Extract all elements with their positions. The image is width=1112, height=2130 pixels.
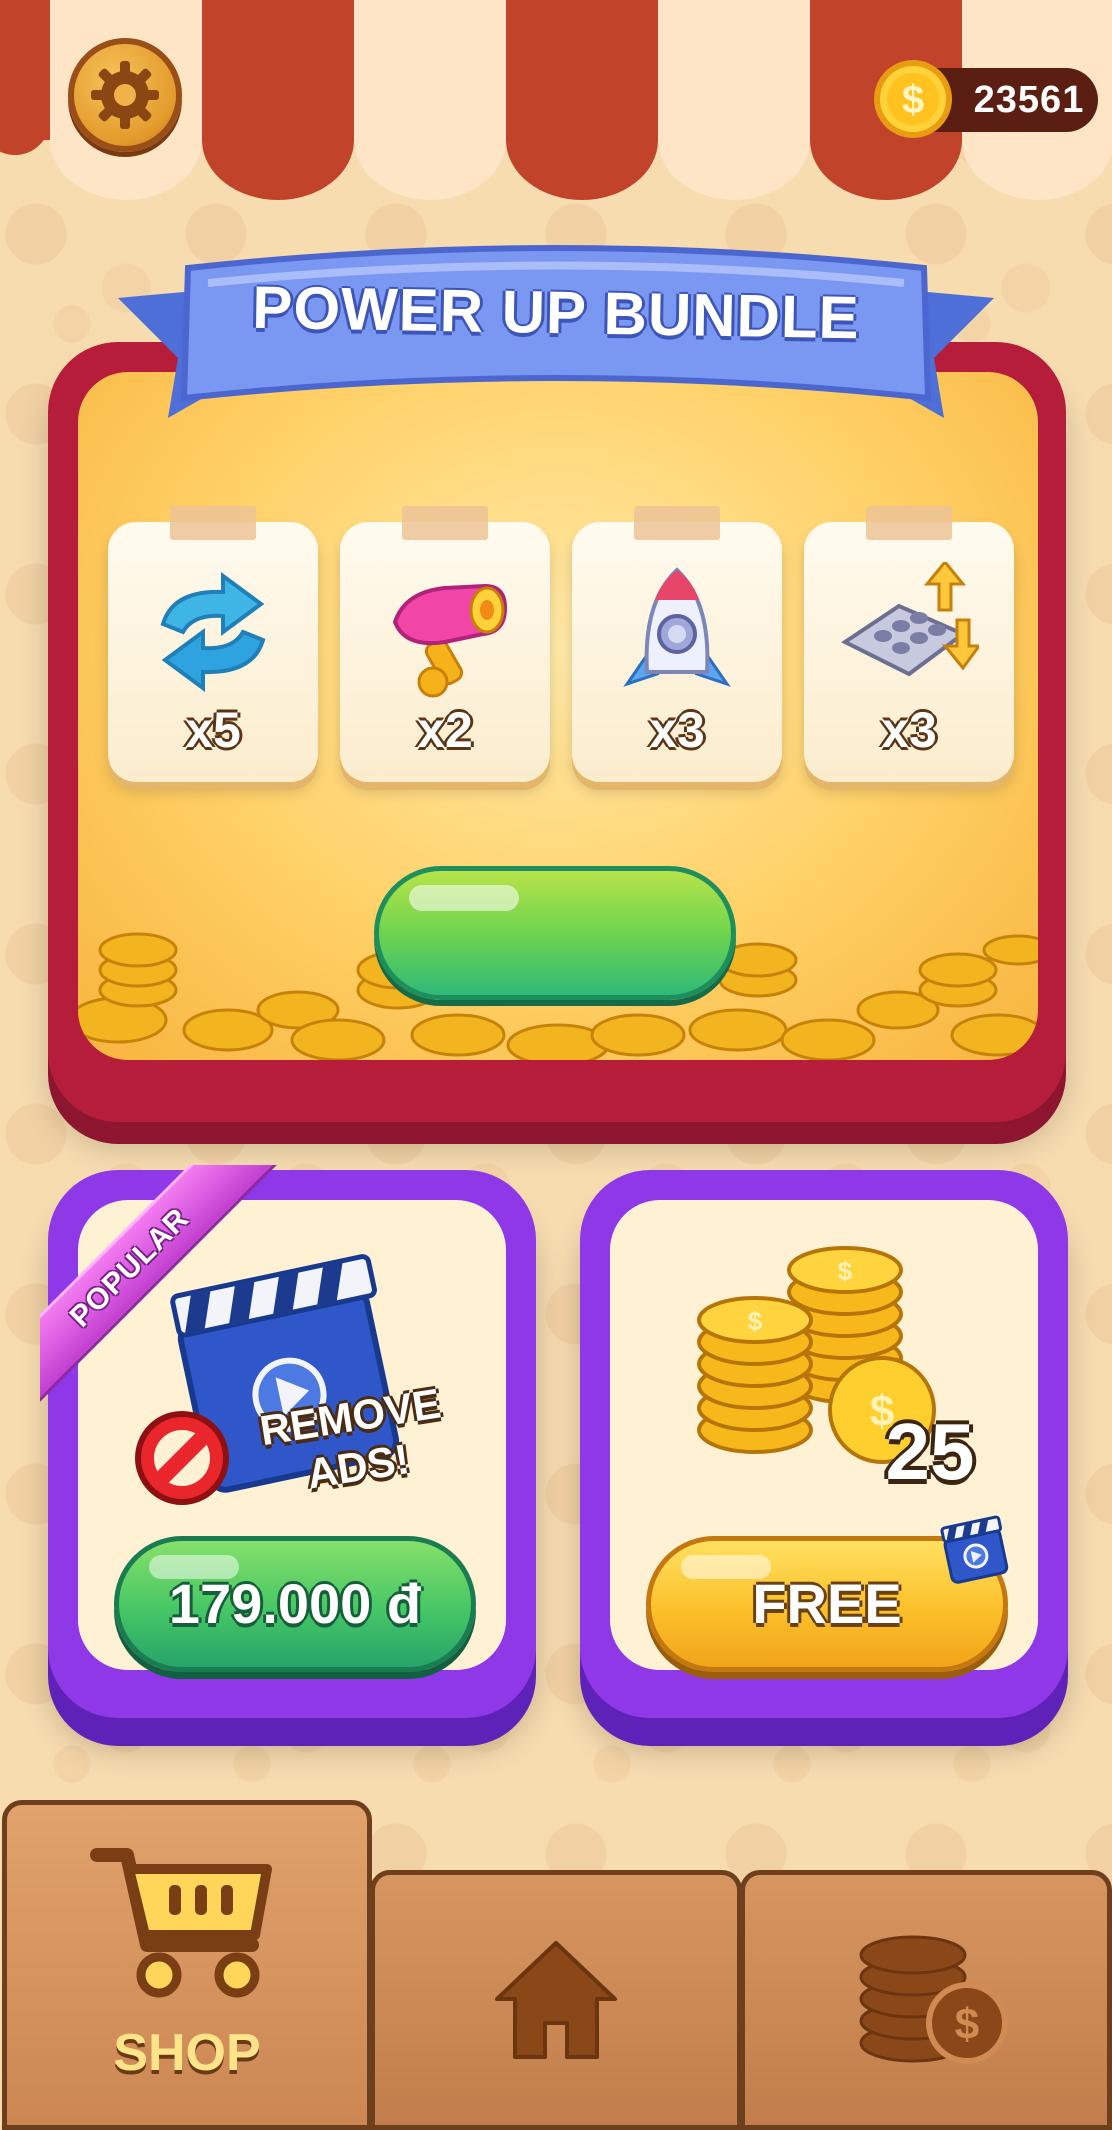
nav-label-home	[375, 2071, 737, 2130]
coin-balance: 23561	[973, 79, 1085, 121]
tape-decoration	[866, 506, 952, 540]
item-quantity: x5	[185, 702, 241, 758]
nav-tab-shop[interactable]: SHOP	[2, 1800, 372, 2130]
svg-text:$: $	[748, 1306, 763, 1336]
popular-band: POPULAR	[40, 1165, 280, 1415]
popular-ribbon: POPULAR	[40, 1165, 290, 1415]
tape-decoration	[634, 506, 720, 540]
home-icon	[495, 1941, 617, 2059]
magnet-hammer-icon	[392, 583, 508, 698]
svg-text:$: $	[955, 2000, 979, 2049]
swap-tray-icon	[841, 562, 979, 677]
svg-text:$: $	[838, 1256, 853, 1286]
video-clapper-icon	[940, 1515, 1009, 1584]
nav-tab-coins[interactable]: $	[740, 1870, 1112, 2130]
item-quantity: x2	[417, 702, 473, 758]
settings-button[interactable]	[68, 38, 182, 152]
bundle-item-rocket: x3	[572, 506, 782, 782]
popular-label: POPULAR	[63, 1201, 196, 1334]
tape-decoration	[170, 506, 256, 540]
free-coins-amount: 25	[885, 1407, 975, 1496]
buy-bundle-button[interactable]	[374, 866, 736, 1000]
nav-label-shop: SHOP	[113, 2024, 261, 2082]
nav-tab-home[interactable]	[370, 1870, 742, 2130]
price-label: 179.000 đ	[168, 1572, 422, 1635]
tape-decoration	[402, 506, 488, 540]
rocket-icon	[623, 567, 731, 687]
nav-label-coins	[745, 2071, 1107, 2130]
bundle-title: POWER UP BUNDLE	[251, 273, 861, 352]
bundle-item-shuffle: x5	[108, 506, 318, 782]
item-quantity: x3	[881, 702, 937, 758]
gear-icon	[91, 61, 159, 129]
svg-text:$: $	[902, 78, 924, 122]
remove-ads-price-button[interactable]: 179.000 đ	[114, 1536, 476, 1672]
dollar-coin-icon: $	[874, 60, 952, 138]
bundle-item-magnet: x2	[340, 506, 550, 782]
shuffle-arrows-icon	[160, 572, 266, 692]
item-quantity: x3	[649, 702, 705, 758]
bundle-item-swap-tray: x3	[804, 506, 1014, 782]
cart-icon	[90, 1848, 272, 1998]
coin-stack-icon: $	[859, 1935, 1008, 2064]
